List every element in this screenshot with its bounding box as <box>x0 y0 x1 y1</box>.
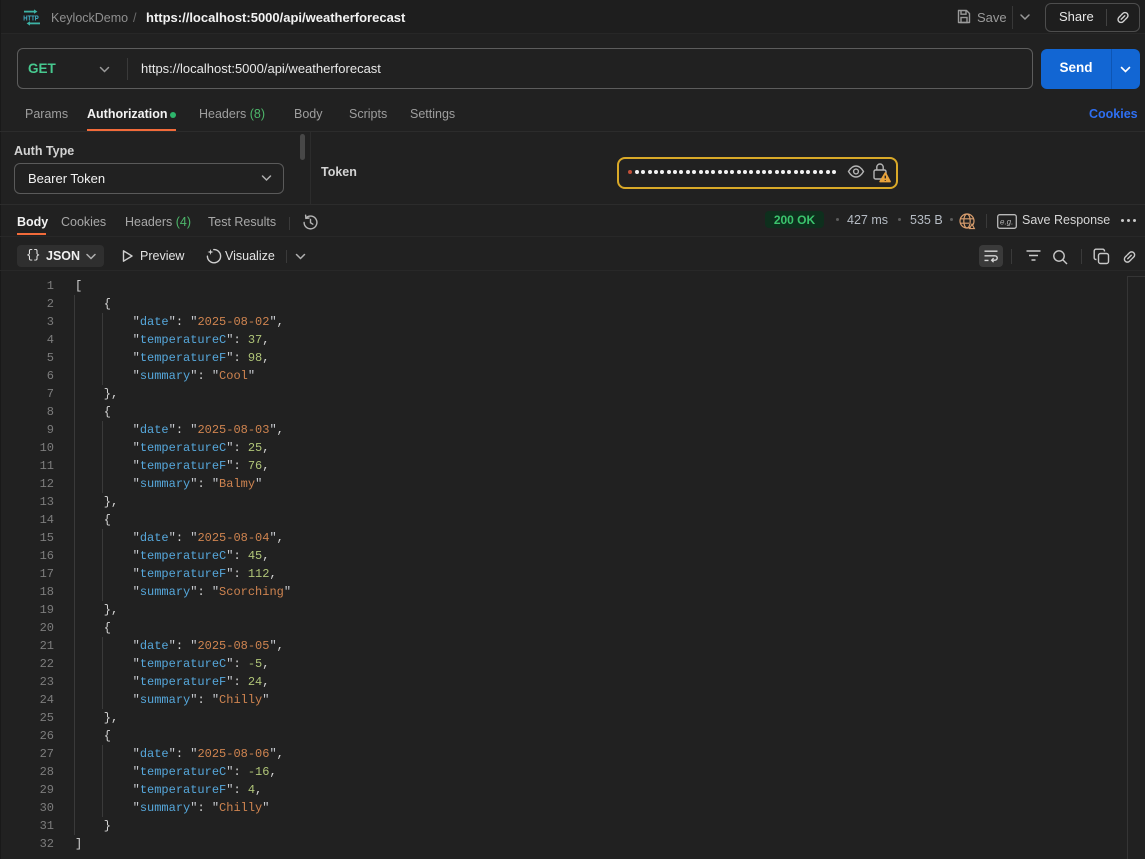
svg-text:HTTP: HTTP <box>23 13 39 22</box>
svg-text:e.g.: e.g. <box>1000 218 1013 227</box>
